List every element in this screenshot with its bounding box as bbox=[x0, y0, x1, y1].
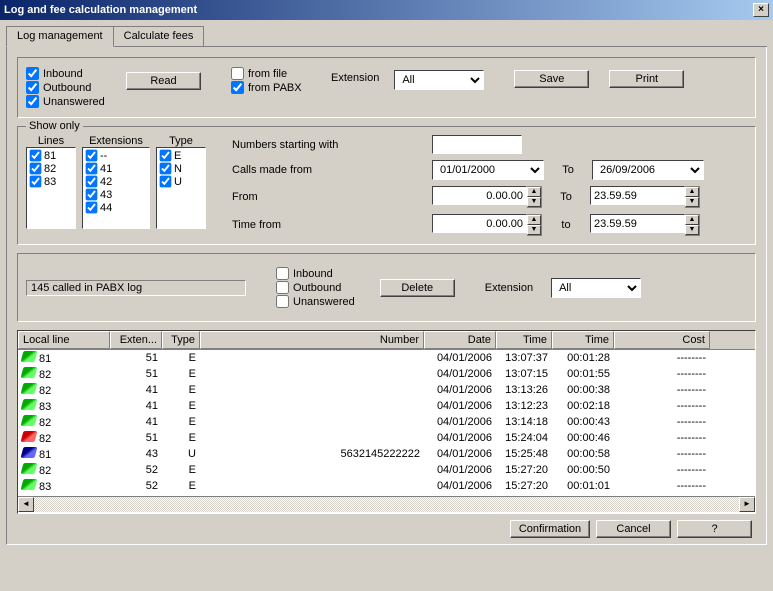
numbers-starting-label: Numbers starting with bbox=[232, 139, 372, 151]
table-row[interactable]: 8251E04/01/200615:24:0400:00:46-------- bbox=[18, 430, 755, 446]
type-label: Type bbox=[156, 135, 206, 147]
scroll-right-icon[interactable]: ► bbox=[739, 497, 755, 512]
titlebar: Log and fee calculation management × bbox=[0, 0, 773, 20]
close-icon[interactable]: × bbox=[753, 3, 769, 17]
extensions-listbox[interactable]: --41424344 bbox=[82, 147, 150, 229]
list-item[interactable]: 41 bbox=[84, 162, 148, 175]
tab-calculate-fees[interactable]: Calculate fees bbox=[113, 26, 205, 46]
table-row[interactable]: 8241E04/01/200613:13:2600:00:38-------- bbox=[18, 382, 755, 398]
chk-outbound[interactable]: Outbound bbox=[26, 81, 126, 94]
list-item[interactable]: 42 bbox=[84, 175, 148, 188]
filter-group: Inbound Outbound Unanswered Read from fi… bbox=[17, 57, 756, 118]
help-button[interactable]: ? bbox=[677, 520, 752, 538]
time-to-spinner[interactable]: ▲▼ bbox=[590, 214, 700, 236]
mid-extension-label: Extension bbox=[485, 282, 533, 294]
scroll-left-icon[interactable]: ◄ bbox=[18, 497, 34, 512]
time-from-label: Time from bbox=[232, 219, 372, 231]
numbers-starting-input[interactable] bbox=[432, 135, 522, 154]
phone-icon bbox=[21, 431, 38, 442]
from-to-label: To bbox=[542, 191, 590, 203]
table-row[interactable]: 8251E04/01/200613:07:1500:01:55-------- bbox=[18, 366, 755, 382]
phone-icon bbox=[21, 351, 38, 362]
lines-listbox[interactable]: 818283 bbox=[26, 147, 76, 229]
from-spinner[interactable]: ▲▼ bbox=[432, 186, 542, 208]
cancel-button[interactable]: Cancel bbox=[596, 520, 671, 538]
table-row[interactable]: 8143U563214522222204/01/200615:25:4800:0… bbox=[18, 446, 755, 462]
time-from-spinner[interactable]: ▲▼ bbox=[432, 214, 542, 236]
spinner-up-icon: ▲ bbox=[527, 187, 541, 197]
table-row[interactable]: 8151E04/01/200613:07:3700:01:28-------- bbox=[18, 350, 755, 366]
spinner-down-icon: ▼ bbox=[527, 197, 541, 207]
delete-button[interactable]: Delete bbox=[380, 279, 455, 297]
grid-hscroll[interactable]: ◄ ► bbox=[18, 496, 755, 512]
phone-icon bbox=[21, 399, 38, 410]
status-text: 145 called in PABX log bbox=[26, 280, 246, 296]
list-item[interactable]: 44 bbox=[84, 201, 148, 214]
grid-body[interactable]: 8151E04/01/200613:07:3700:01:28--------8… bbox=[18, 350, 755, 496]
window-title: Log and fee calculation management bbox=[4, 4, 197, 16]
mid-extension-select[interactable]: All bbox=[551, 278, 641, 298]
mid-chk-outbound[interactable]: Outbound bbox=[276, 281, 355, 294]
list-item[interactable]: 81 bbox=[28, 149, 74, 162]
lines-label: Lines bbox=[26, 135, 76, 147]
calls-to-date[interactable]: 26/09/2006 bbox=[592, 160, 704, 180]
list-item[interactable]: 83 bbox=[28, 175, 74, 188]
grid-header[interactable]: Local line Exten... Type Number Date Tim… bbox=[18, 331, 755, 350]
save-button[interactable]: Save bbox=[514, 70, 589, 88]
list-item[interactable]: E bbox=[158, 149, 204, 162]
table-row[interactable]: 8252E04/01/200615:27:2000:00:50-------- bbox=[18, 462, 755, 478]
table-row[interactable]: 8352E04/01/200615:27:2000:01:01-------- bbox=[18, 478, 755, 494]
tabstrip: Log management Calculate fees bbox=[6, 26, 767, 47]
from-to-spinner[interactable]: ▲▼ bbox=[590, 186, 700, 208]
mid-chk-unanswered[interactable]: Unanswered bbox=[276, 295, 355, 308]
tab-log-management[interactable]: Log management bbox=[6, 26, 114, 47]
extension-select[interactable]: All bbox=[394, 70, 484, 90]
delete-group: 145 called in PABX log Inbound Outbound … bbox=[17, 253, 756, 322]
extensions-label: Extensions bbox=[82, 135, 150, 147]
list-item[interactable]: 82 bbox=[28, 162, 74, 175]
read-button[interactable]: Read bbox=[126, 72, 201, 90]
chk-inbound[interactable]: Inbound bbox=[26, 67, 126, 80]
chk-from-pabx[interactable]: from PABX bbox=[231, 81, 331, 94]
print-button[interactable]: Print bbox=[609, 70, 684, 88]
list-item[interactable]: U bbox=[158, 175, 204, 188]
showonly-legend: Show only bbox=[26, 120, 83, 132]
table-row[interactable]: 8241E04/01/200613:14:1800:00:43-------- bbox=[18, 414, 755, 430]
phone-icon bbox=[21, 415, 38, 426]
calls-to-label: To bbox=[544, 164, 592, 176]
from-label: From bbox=[232, 191, 372, 203]
list-item[interactable]: 43 bbox=[84, 188, 148, 201]
calls-from-label: Calls made from bbox=[232, 164, 372, 176]
mid-chk-inbound[interactable]: Inbound bbox=[276, 267, 355, 280]
chk-unanswered[interactable]: Unanswered bbox=[26, 95, 126, 108]
type-listbox[interactable]: ENU bbox=[156, 147, 206, 229]
phone-icon bbox=[21, 447, 38, 458]
table-row[interactable]: 8341E04/01/200613:12:2300:02:18-------- bbox=[18, 398, 755, 414]
time-to-label: to bbox=[542, 219, 590, 231]
phone-icon bbox=[21, 463, 38, 474]
showonly-group: Show only Lines 818283 Extensions --4142… bbox=[17, 126, 756, 245]
list-item[interactable]: N bbox=[158, 162, 204, 175]
phone-icon bbox=[21, 367, 38, 378]
list-item[interactable]: -- bbox=[84, 149, 148, 162]
call-grid: Local line Exten... Type Number Date Tim… bbox=[17, 330, 756, 514]
phone-icon bbox=[21, 383, 38, 394]
calls-from-date[interactable]: 01/01/2000 bbox=[432, 160, 544, 180]
chk-from-file[interactable]: from file bbox=[231, 67, 331, 80]
phone-icon bbox=[21, 479, 38, 490]
extension-label: Extension bbox=[331, 72, 379, 84]
confirmation-button[interactable]: Confirmation bbox=[510, 520, 590, 538]
